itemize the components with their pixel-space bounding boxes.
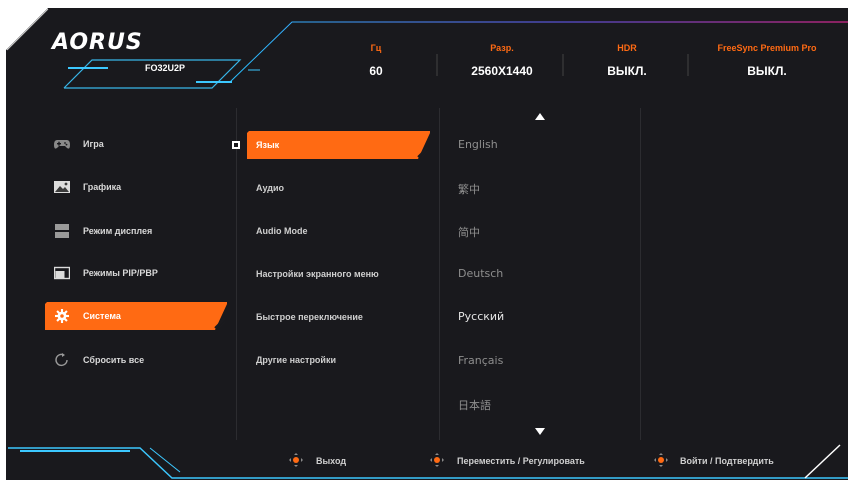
pip-icon: [54, 266, 70, 280]
resolution-label: Разр.: [490, 43, 514, 53]
reset-icon: [55, 353, 68, 367]
refresh-rate-value: 60: [369, 64, 383, 78]
cursor-marker: [232, 141, 240, 149]
footer-exit-hint: Выход: [316, 456, 347, 466]
language-option-simplified-chinese[interactable]: 简中: [458, 224, 480, 240]
category-label: Система: [83, 311, 121, 321]
submenu-label: Audio Mode: [256, 226, 308, 236]
hdr-label: HDR: [617, 43, 637, 53]
language-option-english[interactable]: English: [458, 138, 498, 151]
gear-icon: [55, 309, 69, 323]
submenu-label: Язык: [256, 140, 280, 150]
joystick-press-icon: [654, 453, 668, 467]
category-label: Режим дисплея: [83, 226, 153, 236]
joystick-left-icon: [289, 453, 303, 467]
category-label: Сбросить все: [83, 355, 145, 365]
category-label: Игра: [83, 139, 104, 149]
submenu-label: Быстрое переключение: [256, 312, 363, 322]
scroll-up-icon[interactable]: [535, 113, 545, 120]
resolution-value: 2560X1440: [471, 64, 533, 78]
footer-move-hint: Переместить / Регулировать: [457, 456, 585, 466]
submenu-label: Аудио: [256, 183, 285, 193]
display-mode-icon: [55, 224, 69, 238]
category-pip-pbp[interactable]: Режимы PIP/PBP: [45, 260, 227, 287]
footer-confirm-hint: Войти / Подтвердить: [680, 456, 774, 466]
language-option-german[interactable]: Deutsch: [458, 267, 503, 280]
submenu-language[interactable]: Язык: [247, 131, 430, 159]
submenu-label: Настройки экранного меню: [256, 269, 379, 279]
language-option-japanese[interactable]: 日本語: [458, 397, 491, 413]
submenu-label: Другие настройки: [256, 355, 337, 365]
picture-icon: [54, 181, 70, 193]
category-system[interactable]: Система: [45, 302, 227, 330]
freesync-label: FreeSync Premium Pro: [717, 43, 817, 53]
gamepad-icon: [54, 140, 70, 149]
selected-highlight: [45, 302, 227, 330]
submenu-quick-switch[interactable]: Быстрое переключение: [247, 303, 430, 331]
column-divider: [236, 108, 237, 440]
language-option-traditional-chinese[interactable]: 繁中: [458, 181, 480, 197]
submenu-other-settings[interactable]: Другие настройки: [247, 346, 430, 374]
submenu-audio-mode[interactable]: Audio Mode: [247, 217, 430, 245]
hdr-value: ВЫКЛ.: [607, 64, 647, 78]
column-divider: [640, 108, 641, 440]
language-option-russian[interactable]: Русский: [458, 310, 504, 323]
scroll-down-icon[interactable]: [535, 428, 545, 435]
category-graphics[interactable]: Графика: [45, 174, 227, 201]
submenu-osd-settings[interactable]: Настройки экранного меню: [247, 260, 430, 288]
category-reset-all[interactable]: Сбросить все: [45, 347, 227, 374]
category-label: Режимы PIP/PBP: [83, 268, 158, 278]
aorus-logo: AORUS: [52, 30, 143, 55]
submenu-audio[interactable]: Аудио: [247, 174, 430, 202]
category-game[interactable]: Игра: [45, 131, 227, 158]
model-name: FO32U2P: [144, 63, 186, 73]
category-label: Графика: [83, 182, 122, 192]
refresh-rate-label: Гц: [370, 43, 382, 53]
freesync-value: ВЫКЛ.: [747, 64, 787, 78]
language-option-french[interactable]: Français: [458, 354, 503, 367]
column-divider: [439, 108, 440, 440]
osd-window: AORUS FO32U2P Гц 60 Разр. 2560X1440 HDR …: [0, 0, 848, 480]
category-display-mode[interactable]: Режим дисплея: [45, 218, 227, 245]
joystick-updown-icon: [430, 453, 444, 467]
